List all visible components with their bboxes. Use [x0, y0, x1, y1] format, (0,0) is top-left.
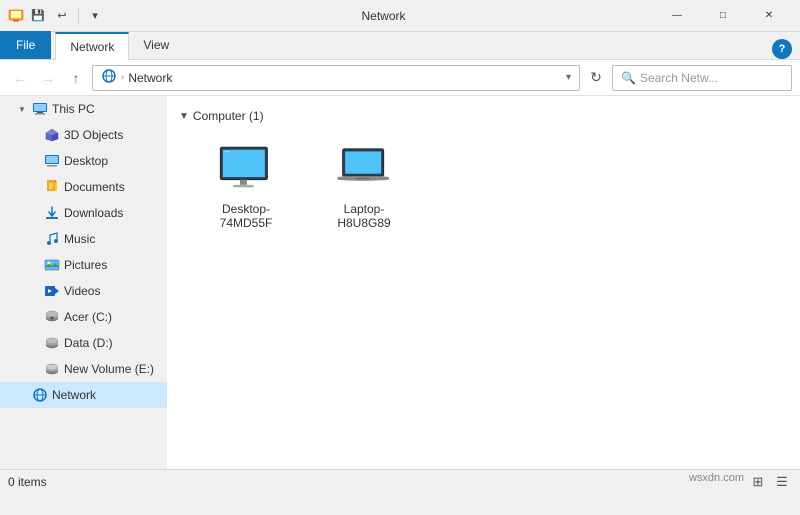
- title-bar: 💾 ↩ ▾ Network — □ ✕: [0, 0, 800, 32]
- videos-label: Videos: [64, 284, 100, 298]
- window-title: Network: [113, 9, 654, 23]
- minimize-button[interactable]: —: [654, 0, 700, 32]
- refresh-button[interactable]: ↻: [584, 66, 608, 90]
- toolbar-divider: [78, 8, 79, 24]
- sidebar-item-this-pc[interactable]: ▼ This PC: [0, 96, 167, 122]
- new-volume-icon: [44, 361, 60, 377]
- this-pc-label: This PC: [52, 102, 95, 116]
- tab-view[interactable]: View: [129, 31, 183, 59]
- quick-undo-button[interactable]: ↩: [52, 6, 72, 26]
- sidebar-item-new-volume[interactable]: New Volume (E:): [0, 356, 167, 382]
- ribbon-tabs: File Network View ?: [0, 32, 800, 60]
- quick-access-toolbar: 💾 ↩ ▾: [8, 6, 105, 26]
- view-list-button[interactable]: ☰: [772, 472, 792, 492]
- grid-item-desktop-74md55f[interactable]: Desktop-74MD55F: [191, 136, 301, 239]
- tab-network[interactable]: Network: [55, 32, 129, 60]
- this-pc-icon: [32, 101, 48, 117]
- 3d-objects-label: 3D Objects: [64, 128, 123, 142]
- sidebar-item-3d-objects[interactable]: 3D Objects: [0, 122, 167, 148]
- section-chevron: ▼: [179, 111, 189, 122]
- acer-c-label: Acer (C:): [64, 310, 112, 324]
- up-button[interactable]: ↑: [64, 66, 88, 90]
- pictures-icon: [44, 257, 60, 273]
- status-item-count: 0 items: [8, 475, 681, 489]
- desktop-label: Desktop: [64, 154, 108, 168]
- sidebar-item-network[interactable]: Network: [0, 382, 167, 408]
- desktop-icon: [44, 153, 60, 169]
- documents-icon: [44, 179, 60, 195]
- documents-label: Documents: [64, 180, 125, 194]
- forward-button[interactable]: →: [36, 66, 60, 90]
- sidebar-item-videos[interactable]: Videos: [0, 278, 167, 304]
- window-controls: — □ ✕: [654, 0, 792, 32]
- sidebar-item-pictures[interactable]: Pictures: [0, 252, 167, 278]
- videos-icon: [44, 283, 60, 299]
- new-volume-label: New Volume (E:): [64, 362, 154, 376]
- sidebar-item-data-d[interactable]: Data (D:): [0, 330, 167, 356]
- watermark-text: wsxdn.com: [689, 472, 744, 492]
- sidebar: ▼ This PC 3D Objects: [0, 96, 167, 469]
- current-path: Network: [128, 71, 562, 85]
- network-label: Network: [52, 388, 96, 402]
- address-network-icon: [101, 68, 117, 87]
- sidebar-item-desktop[interactable]: Desktop: [0, 148, 167, 174]
- maximize-button[interactable]: □: [700, 0, 746, 32]
- back-button[interactable]: ←: [8, 66, 32, 90]
- address-dropdown-icon[interactable]: ▾: [566, 72, 571, 83]
- sidebar-item-documents[interactable]: Documents: [0, 174, 167, 200]
- downloads-icon: [44, 205, 60, 221]
- section-header-computer[interactable]: ▼ Computer (1): [175, 104, 792, 128]
- music-label: Music: [64, 232, 95, 246]
- desktop-74md55f-label: Desktop-74MD55F: [200, 202, 292, 230]
- breadcrumb-arrow: ›: [121, 72, 124, 83]
- laptop-h8u8g89-icon: [334, 145, 394, 196]
- data-d-icon: [44, 335, 60, 351]
- network-icon: [32, 387, 48, 403]
- music-icon: [44, 231, 60, 247]
- laptop-h8u8g89-label: Laptop-H8U8G89: [318, 202, 410, 230]
- content-area: ▼ Computer (1) Desktop-74MD55F: [167, 96, 800, 469]
- quick-save-button[interactable]: 💾: [28, 6, 48, 26]
- address-box[interactable]: › Network ▾: [92, 65, 580, 91]
- main-area: ▼ This PC 3D Objects: [0, 96, 800, 469]
- data-d-label: Data (D:): [64, 336, 113, 350]
- acer-c-icon: [44, 309, 60, 325]
- search-box[interactable]: 🔍 Search Netw...: [612, 65, 792, 91]
- pictures-label: Pictures: [64, 258, 107, 272]
- 3d-objects-icon: [44, 127, 60, 143]
- downloads-label: Downloads: [64, 206, 123, 220]
- sidebar-item-music[interactable]: Music: [0, 226, 167, 252]
- sidebar-item-acer-c[interactable]: Acer (C:): [0, 304, 167, 330]
- address-bar-row: ← → ↑ › Network ▾ ↻ 🔍 Search Netw...: [0, 60, 800, 96]
- search-placeholder: Search Netw...: [640, 71, 718, 85]
- status-view-icons: wsxdn.com ⊞ ☰: [689, 472, 792, 492]
- app-icon: [8, 8, 24, 24]
- status-bar: 0 items wsxdn.com ⊞ ☰: [0, 469, 800, 493]
- section-title: Computer (1): [193, 109, 264, 123]
- items-grid: Desktop-74MD55F Laptop-H8U8G89: [175, 128, 792, 247]
- help-button[interactable]: ?: [772, 39, 792, 59]
- chevron-this-pc: ▼: [16, 105, 28, 114]
- search-icon: 🔍: [621, 71, 636, 85]
- quick-dropdown-button[interactable]: ▾: [85, 6, 105, 26]
- view-details-button[interactable]: ⊞: [748, 472, 768, 492]
- close-button[interactable]: ✕: [746, 0, 792, 32]
- sidebar-item-downloads[interactable]: Downloads: [0, 200, 167, 226]
- tab-file[interactable]: File: [0, 31, 51, 59]
- grid-item-laptop-h8u8g89[interactable]: Laptop-H8U8G89: [309, 136, 419, 239]
- desktop-74md55f-icon: [216, 145, 276, 196]
